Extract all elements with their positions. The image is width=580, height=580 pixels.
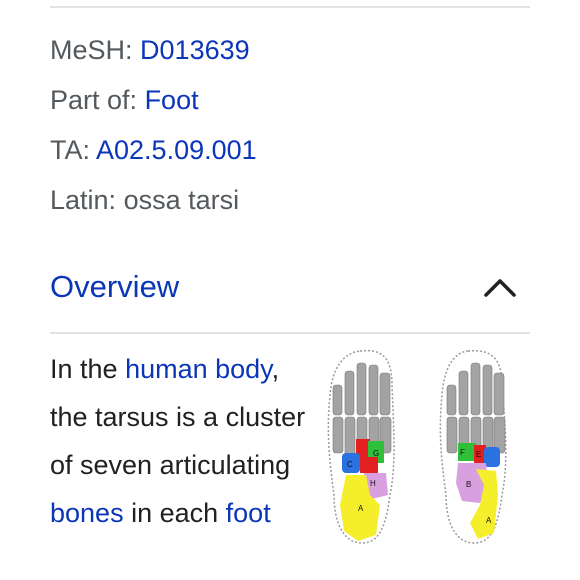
right-label-e: E [476, 450, 481, 459]
latin-value: ossa tarsi [123, 185, 240, 215]
right-label-f: F [460, 448, 465, 457]
infobox-label-ta: TA: [50, 135, 90, 165]
foot-link[interactable]: foot [226, 498, 271, 528]
infobox-row-latin: Latin: ossa tarsi [50, 180, 257, 230]
section-divider [50, 332, 530, 334]
infobox-label-mesh: MeSH: [50, 35, 133, 65]
human-body-link[interactable]: human body [125, 354, 272, 384]
tarsus-figure[interactable]: G C H A F E B A [320, 345, 535, 550]
left-label-h: H [370, 479, 376, 488]
infobox-list: MeSH: D013639 Part of: Foot TA: A02.5.09… [50, 30, 257, 230]
ta-link[interactable]: A02.5.09.001 [96, 135, 257, 165]
infobox-row-part-of: Part of: Foot [50, 80, 257, 130]
bones-link[interactable]: bones [50, 498, 124, 528]
infobox-label-latin: Latin: [50, 185, 117, 215]
infobox-row-ta: TA: A02.5.09.001 [50, 130, 257, 180]
infobox-label-part-of: Part of: [50, 85, 138, 115]
right-foot-diagram: F E B A [439, 349, 507, 544]
top-divider [50, 6, 530, 8]
para-text-1: In the [50, 354, 126, 384]
right-cuboid [484, 447, 500, 467]
part-of-link[interactable]: Foot [145, 85, 199, 115]
para-text-3: in each [123, 498, 226, 528]
right-label-a: A [486, 516, 492, 525]
left-label-g: G [373, 449, 379, 458]
right-label-b: B [466, 480, 471, 489]
left-navicular [360, 457, 378, 473]
section-header-overview[interactable]: Overview [50, 262, 530, 332]
chevron-up-icon [484, 279, 516, 297]
left-foot-diagram: G C H A [327, 349, 395, 544]
left-label-a: A [358, 504, 364, 513]
section-title: Overview [50, 269, 180, 304]
infobox-row-mesh: MeSH: D013639 [50, 30, 257, 80]
tarsus-diagram: G C H A F E B A [327, 349, 507, 544]
mesh-link[interactable]: D013639 [140, 35, 250, 65]
overview-paragraph: In the human body, the tarsus is a clust… [50, 345, 315, 537]
collapse-toggle-button[interactable] [482, 272, 518, 302]
left-label-c: C [347, 460, 353, 469]
